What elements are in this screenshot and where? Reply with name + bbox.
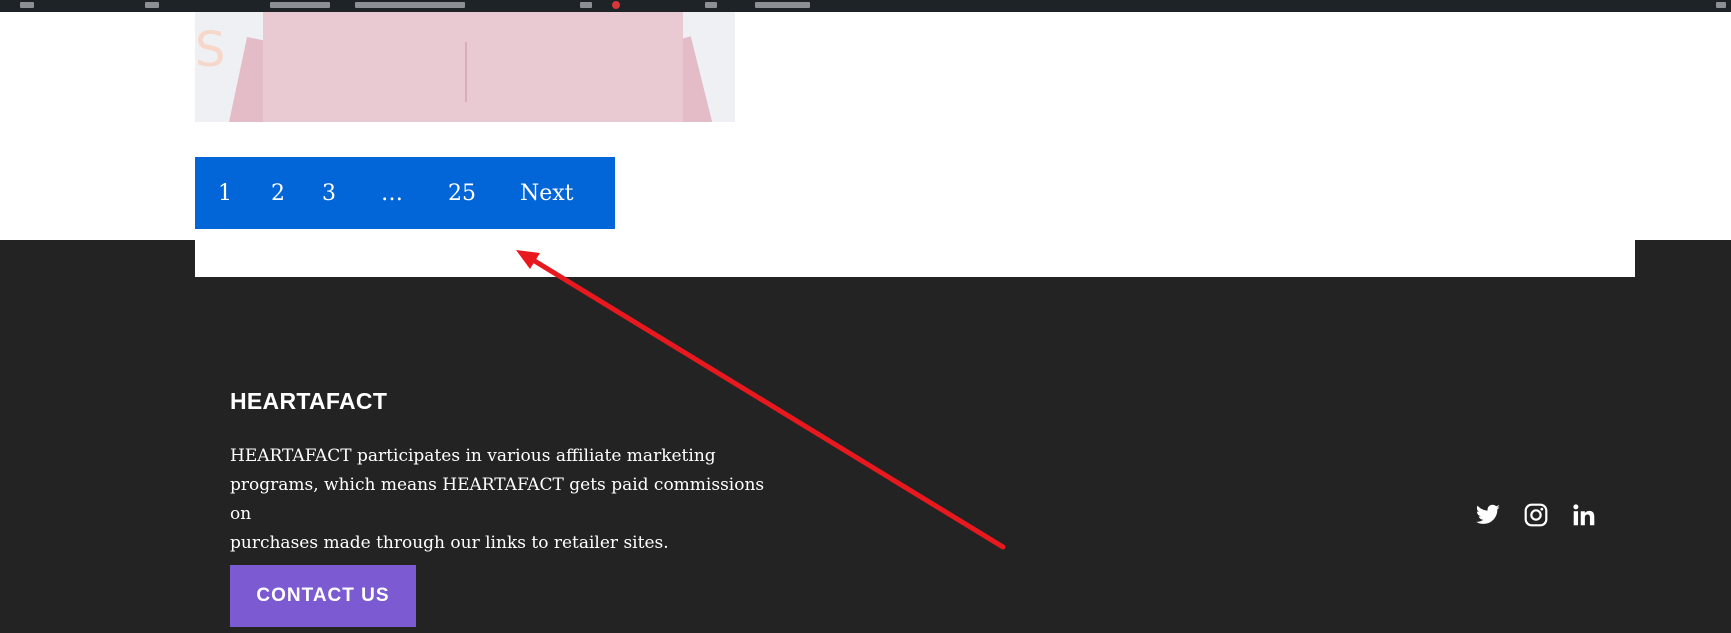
image-detail (263, 12, 683, 122)
twitter-link[interactable] (1475, 502, 1501, 528)
linkedin-link[interactable] (1571, 502, 1597, 528)
disclosure-line: purchases made through our links to reta… (230, 533, 669, 553)
search-icon[interactable] (1716, 2, 1726, 8)
page-link-1[interactable]: 1 (218, 181, 232, 206)
social-links (1475, 502, 1597, 528)
admin-bar-item[interactable] (270, 2, 330, 8)
admin-bar-item[interactable] (580, 2, 592, 8)
admin-bar (0, 0, 1731, 12)
instagram-icon (1524, 503, 1548, 527)
image-detail (465, 42, 467, 102)
disclosure-line: programs, which means HEARTAFACT gets pa… (230, 475, 765, 524)
page-link-3[interactable]: 3 (322, 181, 336, 206)
instagram-link[interactable] (1523, 502, 1549, 528)
page-ellipsis: … (381, 180, 403, 206)
pagination: 1 2 3 … 25 Next (195, 157, 615, 229)
next-page-link[interactable]: Next (520, 181, 574, 206)
page-link-25[interactable]: 25 (448, 181, 476, 206)
content-bottom-edge (195, 240, 1635, 277)
disclosure-line: HEARTAFACT participates in various affil… (230, 446, 716, 466)
admin-bar-item[interactable] (355, 2, 465, 8)
footer-site-title: HEARTAFACT (230, 388, 388, 414)
background-letter-graphic: S (195, 22, 226, 78)
notification-badge (612, 1, 620, 9)
affiliate-disclosure: HEARTAFACT participates in various affil… (230, 442, 790, 558)
wordpress-icon[interactable] (20, 2, 34, 8)
admin-bar-item[interactable] (145, 2, 159, 8)
post-thumbnail-image[interactable]: S (195, 12, 735, 122)
contact-us-button[interactable]: CONTACT US (230, 565, 416, 627)
linkedin-icon (1573, 504, 1595, 526)
admin-bar-item[interactable] (705, 2, 717, 8)
admin-bar-item[interactable] (755, 2, 810, 8)
site-footer: HEARTAFACT HEARTAFACT participates in va… (0, 240, 1731, 633)
twitter-icon (1475, 504, 1500, 524)
page-link-2[interactable]: 2 (271, 181, 285, 206)
